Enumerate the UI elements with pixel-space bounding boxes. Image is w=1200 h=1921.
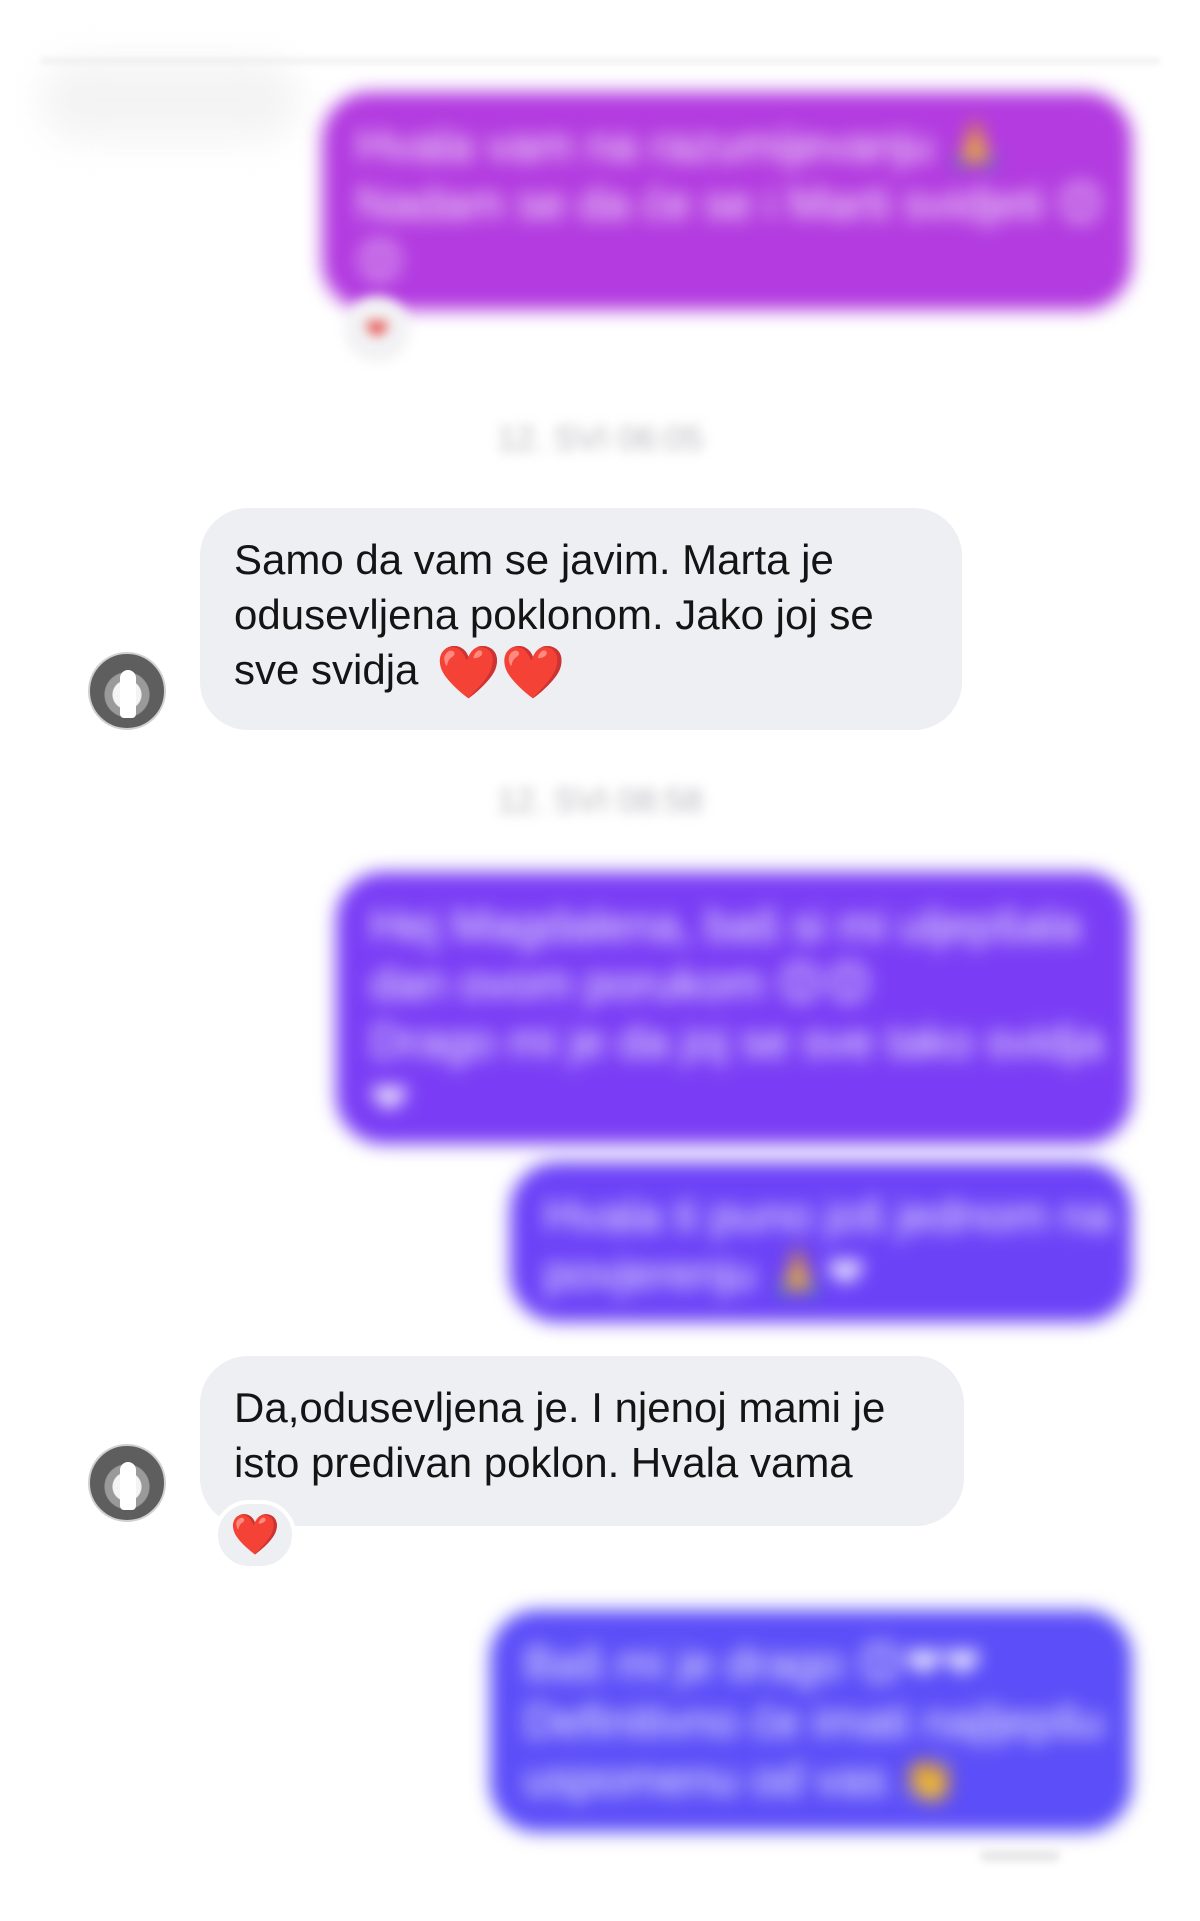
message-line: sve svidja ❤️❤️	[234, 642, 928, 699]
contact-avatar[interactable]	[88, 1444, 166, 1522]
sent-message-bubble[interactable]: Hej Magdalena, baš si mi uljepšala dan o…	[336, 872, 1132, 1144]
heart-emoji-icon: ❤️❤️	[436, 644, 566, 702]
message-line: odusevljena poklonom. Jako joj se	[234, 591, 874, 638]
message-line: ❤	[370, 1073, 409, 1125]
message-line: uspomenu od vas 👏	[524, 1753, 958, 1805]
message-line: dan ovom porukom 😊😊	[370, 957, 873, 1009]
message-line: Samo da vam se javim. Marta je	[234, 536, 834, 583]
blurred-read-receipt	[980, 1850, 1060, 1862]
sent-message-bubble[interactable]: Baš mi je drago 😊❤❤ Definitivno će imati…	[490, 1610, 1132, 1832]
avatar-photo-figure	[120, 670, 136, 718]
avatar-photo-figure	[120, 1462, 136, 1510]
heart-icon: ❤	[365, 313, 389, 345]
message-line: Baš mi je drago 😊❤❤	[524, 1637, 982, 1689]
message-line: Definitivno će imati najljepšu	[524, 1695, 1105, 1747]
message-line: Nadam se da će se i Marti svidjeti 😊	[356, 177, 1105, 229]
message-line: 😊	[356, 235, 404, 287]
heart-icon: ❤️	[230, 1513, 280, 1557]
received-message-bubble[interactable]: Da,odusevljena je. I njenoj mami je isto…	[200, 1356, 964, 1526]
heart-reaction-badge[interactable]: ❤️	[214, 1500, 296, 1570]
message-line: Hvala ti puno još jednom na	[544, 1189, 1112, 1241]
contact-avatar[interactable]	[88, 652, 166, 730]
message-line: Da,odusevljena je. I njenoj mami je	[234, 1384, 886, 1431]
blurred-header-remnant	[40, 60, 300, 140]
sent-message-bubble[interactable]: Hvala ti puno još jednom na povjerenju 🙏…	[510, 1162, 1132, 1322]
message-line: isto predivan poklon. Hvala vama	[234, 1439, 853, 1486]
sent-message-bubble[interactable]: Hvala vam na razumijevanju 🙏 Nadam se da…	[322, 92, 1132, 310]
message-timestamp: 12. SVI 06:05	[496, 420, 704, 458]
received-message-bubble[interactable]: Samo da vam se javim. Marta je odusevlje…	[200, 508, 962, 730]
message-line: Drago mi je da joj se sve tako svidja	[370, 1015, 1104, 1067]
message-timestamp: 12. SVI 08:58	[496, 782, 704, 820]
message-line: Hvala vam na razumijevanju 🙏	[356, 119, 1004, 171]
message-line: Hej Magdalena, baš si mi uljepšala	[370, 899, 1081, 951]
message-line: povjerenju 🙏❤	[544, 1247, 865, 1299]
message-text: sve svidja	[234, 646, 419, 693]
heart-reaction-badge[interactable]: ❤	[344, 296, 410, 362]
